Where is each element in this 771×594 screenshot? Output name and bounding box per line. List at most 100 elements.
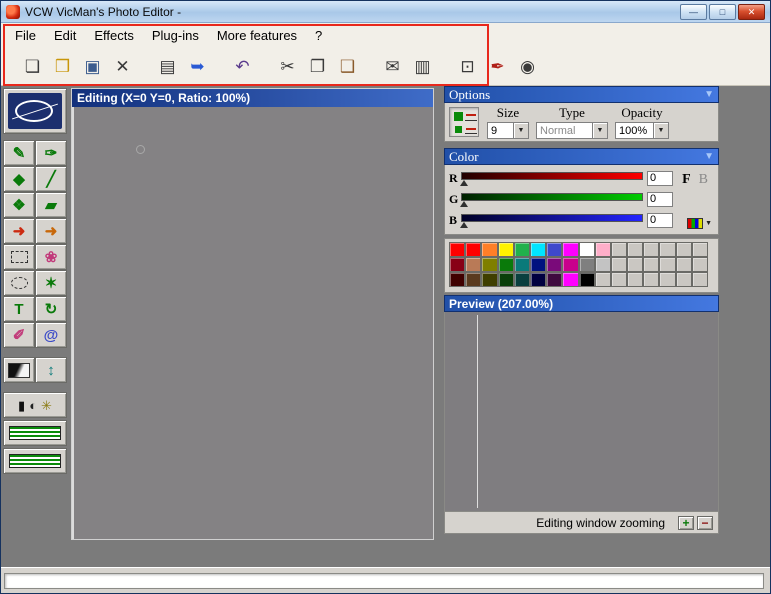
palette-swatch[interactable] [627,242,644,257]
shape-button[interactable]: ◆ [3,166,35,192]
collapse-icon[interactable]: ▼ [704,89,714,100]
palette-swatch[interactable] [610,242,628,257]
fill-button[interactable]: ▰ [35,192,67,218]
red-slider[interactable] [460,171,643,187]
palette-swatch[interactable] [562,257,579,272]
palette-swatch[interactable] [449,242,466,257]
red-slider-thumb[interactable] [460,179,468,186]
red-slider-track[interactable] [461,171,643,180]
eraser-button[interactable]: ✐ [3,322,35,348]
palette-swatch[interactable] [643,272,660,287]
palette-swatch[interactable] [578,257,595,272]
green-slider-thumb[interactable] [460,200,468,207]
size-dropdown[interactable]: 9 ▼ [487,122,529,139]
palette-swatch[interactable] [449,257,466,272]
current-tool-display[interactable] [3,88,67,134]
palette-swatch[interactable] [497,272,514,287]
editing-canvas[interactable] [72,107,433,539]
palette-swatch[interactable] [594,257,611,272]
palette-swatch[interactable] [675,242,692,257]
palette-swatch[interactable] [643,242,660,257]
palette-swatch[interactable] [594,242,611,257]
opacity-dropdown-button[interactable]: ▼ [653,123,668,138]
select-ellipse-button[interactable] [3,270,35,296]
palette-swatch[interactable] [594,272,611,287]
gradient-fill-button[interactable]: ➜ [3,218,35,244]
zoom-out-button[interactable]: − [697,515,713,530]
size-dropdown-button[interactable]: ▼ [513,123,528,138]
collapse-icon[interactable]: ▼ [704,151,714,162]
palette-swatch[interactable] [529,257,547,272]
scanlines-button[interactable] [3,448,67,474]
palette-swatch[interactable] [610,257,628,272]
color-adjust-button[interactable]: ▮ ◐ ✳ [3,392,67,418]
palette-swatch[interactable] [627,272,644,287]
palette-swatch[interactable] [562,242,579,257]
palette-swatch[interactable] [481,272,498,287]
palette-swatch[interactable] [481,257,498,272]
red-value-field[interactable]: 0 [647,171,673,186]
palette-swatch[interactable] [675,257,692,272]
blue-slider[interactable] [460,213,643,229]
pencil-button[interactable]: ✎ [3,140,35,166]
palette-swatch[interactable] [546,272,563,287]
webcam-button[interactable]: ◉ [514,53,541,80]
swirl-button[interactable]: @ [35,322,67,348]
select-rectangle-button[interactable] [3,244,35,270]
blue-value-field[interactable]: 0 [647,213,673,228]
palette-swatch[interactable] [513,257,530,272]
green-slider-track[interactable] [461,192,643,201]
palette-swatch[interactable] [449,272,466,287]
brush-button[interactable]: ✑ [35,140,67,166]
blue-slider-track[interactable] [461,213,643,222]
palette-swatch[interactable] [691,257,708,272]
rotate-button[interactable]: ↻ [35,296,67,322]
palette-swatch[interactable] [562,272,579,287]
palette-swatch[interactable] [659,257,676,272]
line-button[interactable]: ╱ [35,166,67,192]
palette-swatch[interactable] [481,242,498,257]
palette-swatch[interactable] [659,242,676,257]
type-dropdown[interactable]: Normal ▼ [536,122,608,139]
clone-brush-button[interactable]: ❀ [35,244,67,270]
palette-swatch[interactable] [578,242,595,257]
palette-swatch[interactable] [578,272,595,287]
magic-wand-button[interactable]: ✶ [35,270,67,296]
palette-swatch[interactable] [546,257,563,272]
interlace-button[interactable] [3,420,67,446]
palette-swatch[interactable] [497,257,514,272]
palette-swatch[interactable] [513,272,530,287]
preview-area[interactable] [444,312,719,512]
palette-swatch[interactable] [627,257,644,272]
palette-swatch[interactable] [691,272,708,287]
brush-shape-icon[interactable] [449,107,479,137]
gradient-button[interactable] [3,357,35,383]
pattern-fill-button[interactable]: ➜ [35,218,67,244]
palette-swatch[interactable] [497,242,514,257]
blue-slider-thumb[interactable] [460,221,468,228]
minimize-button[interactable]: — [680,4,707,20]
editing-window-titlebar[interactable]: Editing (X=0 Y=0, Ratio: 100%) [72,89,433,107]
palette-swatch[interactable] [675,272,692,287]
palette-swatch[interactable] [465,272,482,287]
resize-button[interactable]: ↕ [35,357,67,383]
green-value-field[interactable]: 0 [647,192,673,207]
zoom-in-button[interactable]: + [678,515,694,530]
palette-swatch[interactable] [465,242,482,257]
foreground-label[interactable]: F [682,172,691,187]
palette-swatch[interactable] [691,242,708,257]
opacity-dropdown[interactable]: 100% ▼ [615,122,669,139]
palette-swatch[interactable] [529,272,547,287]
text-button[interactable]: T [3,296,35,322]
palette-swatch[interactable] [529,242,547,257]
palette-swatch[interactable] [546,242,563,257]
palette-swatch[interactable] [513,242,530,257]
palette-swatch[interactable] [659,272,676,287]
spray-button[interactable]: ❖ [3,192,35,218]
palette-swatch[interactable] [465,257,482,272]
palette-swatch[interactable] [643,257,660,272]
color-picker-button[interactable]: ▼ [687,218,712,229]
close-button[interactable]: ✕ [738,4,765,20]
type-dropdown-button[interactable]: ▼ [592,123,607,138]
maximize-button[interactable]: □ [709,4,736,20]
